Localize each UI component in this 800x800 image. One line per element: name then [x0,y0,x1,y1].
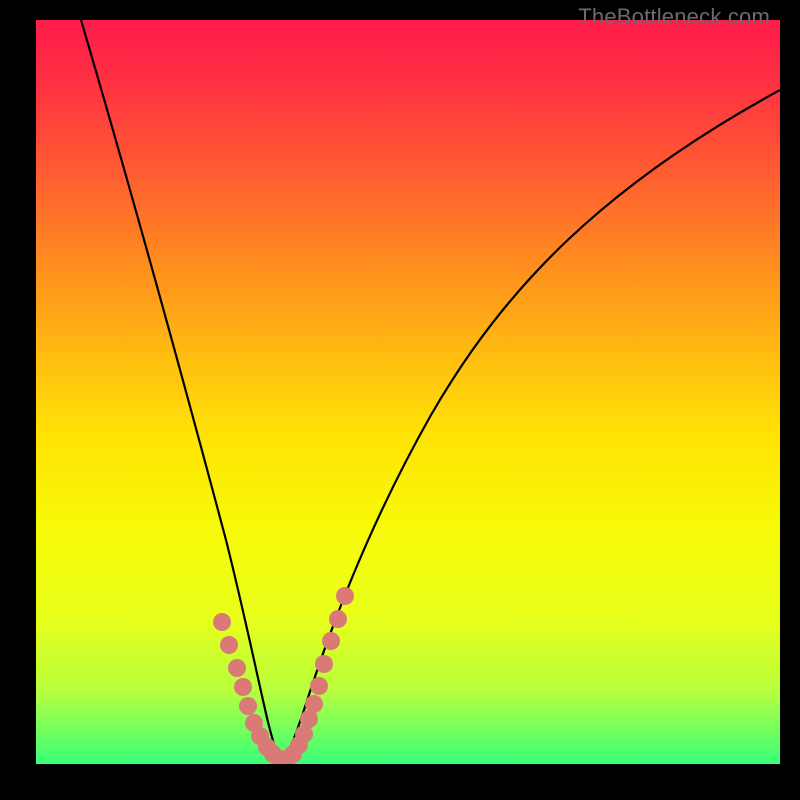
plot-area [36,20,780,764]
curve-right [282,90,780,760]
chart-frame: TheBottleneck.com [0,0,800,800]
chart-svg [36,20,780,764]
curve-left [81,20,282,760]
valley-dot-cluster [213,587,354,764]
watermark-text: TheBottleneck.com [578,4,770,30]
